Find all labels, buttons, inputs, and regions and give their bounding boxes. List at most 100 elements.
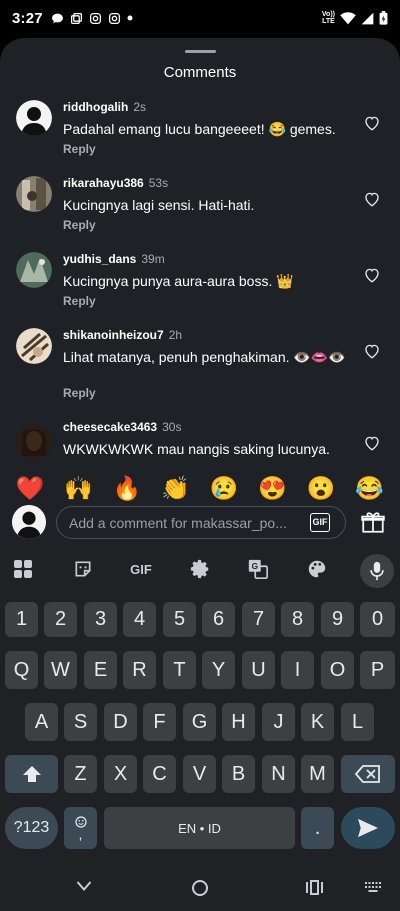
period-key[interactable]: . <box>301 807 334 849</box>
avatar[interactable] <box>16 252 52 288</box>
emoji-raising-hands[interactable]: 🙌 <box>64 476 93 500</box>
key-l[interactable]: L <box>341 703 374 741</box>
gif-button[interactable]: GIF <box>310 513 330 532</box>
key-s[interactable]: S <box>64 703 97 741</box>
key-4[interactable]: 4 <box>123 602 156 637</box>
comment-input[interactable] <box>56 506 346 539</box>
key-a[interactable]: A <box>25 703 58 741</box>
like-heart-icon[interactable] <box>363 434 381 452</box>
shift-arrow-icon <box>22 766 41 782</box>
reply-button[interactable]: Reply <box>63 142 96 156</box>
key-d[interactable]: D <box>104 703 137 741</box>
symbols-key[interactable]: ?123 <box>5 807 58 849</box>
key-u[interactable]: U <box>242 651 275 689</box>
emoji-crying[interactable]: 😢 <box>210 476 239 500</box>
key-p[interactable]: P <box>360 651 395 689</box>
key-i[interactable]: I <box>281 651 314 689</box>
key-h[interactable]: H <box>222 703 255 741</box>
emoji-heart[interactable]: ❤️ <box>16 476 45 500</box>
reply-button[interactable]: Reply <box>63 294 96 308</box>
key-g[interactable]: G <box>183 703 216 741</box>
emoji-clapping[interactable]: 👏 <box>161 476 190 500</box>
key-t[interactable]: T <box>163 651 196 689</box>
comment-username[interactable]: rikarahayu386 <box>63 176 144 190</box>
comment-input-row: GIF <box>0 505 400 543</box>
key-7[interactable]: 7 <box>242 602 275 637</box>
avatar[interactable] <box>16 424 52 460</box>
key-y[interactable]: Y <box>202 651 235 689</box>
key-w[interactable]: W <box>44 651 77 689</box>
key-2[interactable]: 2 <box>44 602 77 637</box>
space-key[interactable]: EN • ID <box>104 807 295 849</box>
key-8[interactable]: 8 <box>281 602 314 637</box>
reply-button[interactable]: Reply <box>63 218 96 232</box>
theme-palette-icon[interactable] <box>304 556 330 582</box>
like-heart-icon[interactable] <box>363 114 381 132</box>
comment-username[interactable]: riddhogalih <box>63 100 128 114</box>
drag-handle[interactable] <box>185 50 216 53</box>
key-j[interactable]: J <box>262 703 295 741</box>
emoji-heart-eyes[interactable]: 😍 <box>258 476 287 500</box>
comment-time: 30s <box>162 420 182 434</box>
apps-grid-icon[interactable] <box>10 556 36 582</box>
gift-icon[interactable] <box>360 509 386 535</box>
key-x[interactable]: X <box>104 755 137 793</box>
current-user-avatar[interactable] <box>12 505 46 539</box>
emoji-laughing[interactable]: 😂 <box>355 476 384 500</box>
send-key[interactable] <box>341 807 395 849</box>
key-k[interactable]: K <box>301 703 334 741</box>
network-indicator: Vo)) LTE <box>321 11 335 25</box>
comma-key[interactable]: , <box>64 807 97 849</box>
key-6[interactable]: 6 <box>202 602 235 637</box>
nav-recents-icon[interactable] <box>306 880 323 895</box>
status-bar: 3:27 Vo)) LTE <box>0 0 400 36</box>
sticker-icon[interactable] <box>70 556 96 582</box>
key-e[interactable]: E <box>84 651 117 689</box>
like-heart-icon[interactable] <box>363 190 381 208</box>
comment-time: 2h <box>168 328 183 342</box>
gif-tool[interactable]: GIF <box>127 556 155 582</box>
comment-time: 2s <box>133 100 147 114</box>
key-n[interactable]: N <box>262 755 295 793</box>
key-c[interactable]: C <box>143 755 176 793</box>
nav-back-chevron-icon[interactable] <box>76 880 92 892</box>
like-heart-icon[interactable] <box>363 266 381 284</box>
key-9[interactable]: 9 <box>321 602 354 637</box>
comment-item: yudhis_dans 39m Kucingnya punya aura-aura… <box>0 252 400 322</box>
shift-key[interactable] <box>5 755 58 793</box>
key-z[interactable]: Z <box>64 755 97 793</box>
comment-text: Padahal emang lucu bangeeeet! 😂 gemes. <box>63 121 336 137</box>
settings-gear-icon[interactable] <box>187 556 213 582</box>
nav-home-icon[interactable] <box>191 879 209 897</box>
status-time: 3:27 <box>12 9 43 27</box>
backspace-key[interactable] <box>341 755 395 793</box>
comment-username[interactable]: shikanoinheizou7 <box>63 328 164 342</box>
translate-icon[interactable]: G <box>245 556 271 582</box>
key-3[interactable]: 3 <box>84 602 117 637</box>
key-r[interactable]: R <box>123 651 156 689</box>
avatar[interactable] <box>16 100 52 136</box>
chat-bubble-icon <box>51 13 63 23</box>
avatar[interactable] <box>16 328 52 364</box>
emoji-surprised[interactable]: 😮 <box>307 476 336 500</box>
key-0[interactable]: 0 <box>360 602 395 637</box>
key-f[interactable]: F <box>143 703 176 741</box>
reply-button[interactable]: Reply <box>63 386 96 400</box>
like-heart-icon[interactable] <box>363 342 381 360</box>
backspace-icon <box>355 765 380 783</box>
microphone-icon[interactable] <box>360 554 394 588</box>
key-1[interactable]: 1 <box>5 602 38 637</box>
key-b[interactable]: B <box>222 755 255 793</box>
avatar[interactable] <box>16 176 52 212</box>
comment-username[interactable]: yudhis_dans <box>63 252 136 266</box>
emoji-fire[interactable]: 🔥 <box>113 476 142 500</box>
key-o[interactable]: O <box>321 651 354 689</box>
key-5[interactable]: 5 <box>163 602 196 637</box>
key-m[interactable]: M <box>301 755 334 793</box>
key-q[interactable]: Q <box>5 651 38 689</box>
comment-username[interactable]: cheesecake3463 <box>63 420 157 434</box>
emoji-reaction-bar: ❤️ 🙌 🔥 👏 😢 😍 😮 😂 <box>0 472 400 504</box>
sheet-title: Comments <box>163 64 237 81</box>
key-v[interactable]: V <box>183 755 216 793</box>
keyboard-switch-icon[interactable] <box>365 882 381 892</box>
